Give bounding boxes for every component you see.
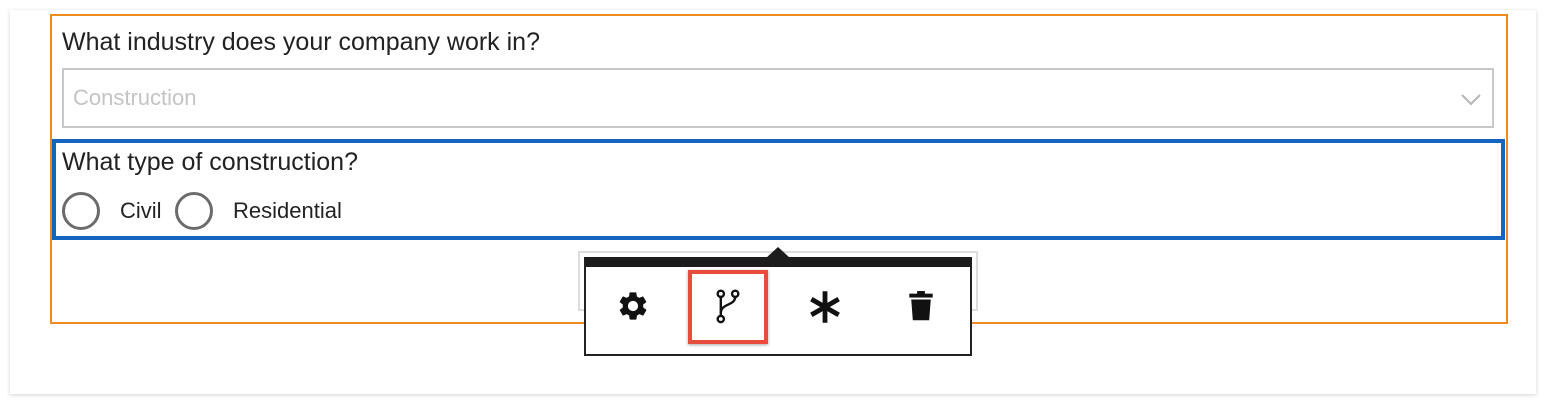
required-toggle-button[interactable] <box>803 285 847 329</box>
settings-button[interactable] <box>611 284 655 328</box>
civil-radio-label[interactable]: Civil <box>120 197 162 225</box>
industry-question-label: What industry does your company work in? <box>62 28 540 56</box>
industry-select-value: Construction <box>73 85 197 110</box>
branch-icon <box>716 289 740 324</box>
trash-icon <box>909 291 933 321</box>
chevron-down-icon <box>1461 94 1481 106</box>
asterisk-icon <box>810 291 840 323</box>
residential-radio-label[interactable]: Residential <box>233 197 342 225</box>
delete-button[interactable] <box>899 284 943 328</box>
branching-button[interactable] <box>706 285 750 329</box>
industry-select[interactable]: Construction <box>62 68 1494 128</box>
page-canvas: What industry does your company work in?… <box>0 0 1546 404</box>
civil-radio[interactable] <box>62 192 100 230</box>
gear-icon <box>619 292 647 320</box>
residential-radio[interactable] <box>175 192 213 230</box>
construction-type-question-label: What type of construction? <box>62 148 358 176</box>
